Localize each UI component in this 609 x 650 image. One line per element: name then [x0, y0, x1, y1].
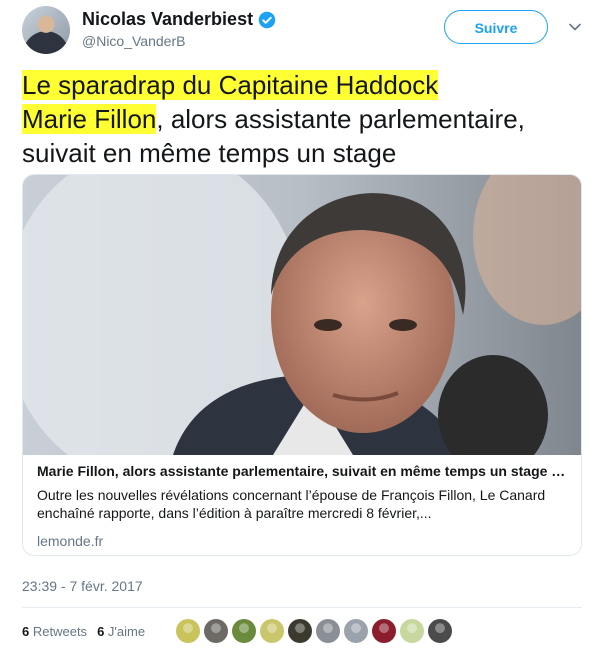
card-domain: lemonde.fr	[37, 533, 104, 549]
divider	[22, 607, 582, 608]
author-name[interactable]: Nicolas Vanderbiest	[82, 9, 253, 30]
retweets-stat[interactable]: 6 Retweets	[22, 624, 87, 639]
card-photo[interactable]	[23, 175, 582, 455]
liker-avatar[interactable]	[176, 619, 200, 643]
card-title[interactable]: Marie Fillon, alors assistante parlement…	[37, 463, 567, 479]
card-body: Marie Fillon, alors assistante parlement…	[37, 463, 567, 549]
liker-avatar[interactable]	[288, 619, 312, 643]
avatar[interactable]	[22, 6, 70, 54]
liker-avatar[interactable]	[316, 619, 340, 643]
likes-stat[interactable]: 6 J'aime	[97, 624, 145, 639]
liker-avatar[interactable]	[204, 619, 228, 643]
liker-avatar[interactable]	[428, 619, 452, 643]
liker-avatar[interactable]	[232, 619, 256, 643]
liker-avatar[interactable]	[400, 619, 424, 643]
card-description: Outre les nouvelles révélations concerna…	[37, 487, 546, 521]
liker-avatar[interactable]	[260, 619, 284, 643]
author-handle[interactable]: @Nico_VanderB	[82, 33, 185, 49]
tweet-line-1: Le sparadrap du Capitaine Haddock	[22, 70, 439, 100]
tweet-timestamp[interactable]: 23:39 - 7 févr. 2017	[22, 578, 143, 594]
liker-avatar[interactable]	[372, 619, 396, 643]
chevron-down-icon[interactable]	[568, 20, 582, 34]
retweets-count: 6	[22, 624, 30, 639]
tweet-stats: 6 Retweets 6 J'aime	[22, 624, 145, 639]
liker-avatar[interactable]	[344, 619, 368, 643]
verified-badge-icon	[258, 11, 276, 28]
likes-label: J'aime	[107, 624, 146, 639]
tweet-header: Nicolas Vanderbiest @Nico_VanderB Suivre	[22, 6, 587, 54]
tweet-highlight-name: Marie Fillon	[22, 104, 157, 134]
liker-avatars	[176, 619, 452, 643]
likes-count: 6	[97, 624, 105, 639]
follow-button[interactable]: Suivre	[444, 10, 548, 44]
tweet-line-3: suivait en même temps un stage	[22, 138, 397, 168]
link-card[interactable]: Marie Fillon, alors assistante parlement…	[22, 174, 582, 556]
retweets-label: Retweets	[32, 624, 88, 639]
tweet-line-2-rest: , alors assistante parlementaire,	[156, 104, 525, 134]
name-line: Nicolas Vanderbiest	[82, 9, 276, 30]
tweet-text: Le sparadrap du Capitaine Haddock Marie …	[22, 68, 587, 170]
